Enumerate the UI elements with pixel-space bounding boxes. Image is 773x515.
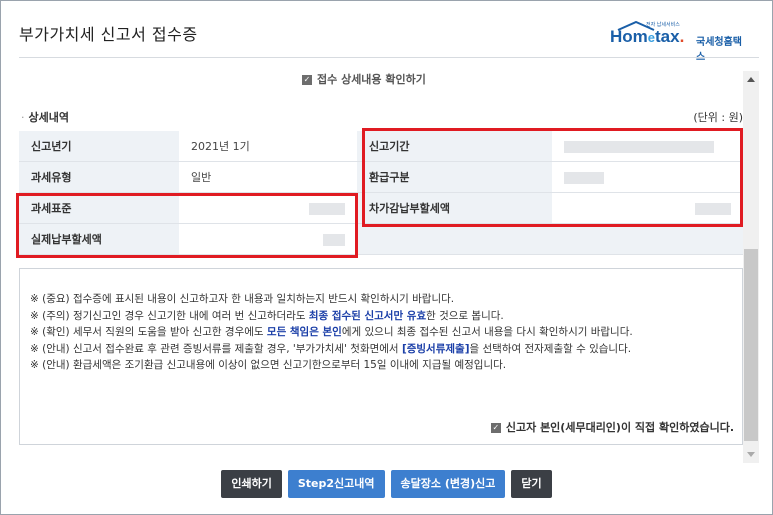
value-tax-type: 일반 xyxy=(179,161,357,193)
notice-line: ※ (주의) 정기신고인 경우 신고기한 내에 여러 번 신고하더라도 최종 접… xyxy=(30,309,504,322)
self-confirm-label: 신고자 본인(세무대리인)이 직접 확인하였습니다. xyxy=(505,421,734,434)
label-report-period: 신고년기 xyxy=(19,131,179,162)
page-title: 부가가치세 신고서 접수증 xyxy=(19,25,198,44)
close-button[interactable]: 닫기 xyxy=(511,470,552,498)
scrollbar-thumb[interactable] xyxy=(744,249,758,441)
content-scroll-area[interactable]: ✓ 접수 상세내용 확인하기 · 상세내역 (단위 : 원) 신고년기 2021년 … xyxy=(19,61,743,461)
logo-brand: Hometax. xyxy=(610,27,685,46)
empty-cell xyxy=(357,223,552,255)
step2-report-history-button[interactable]: Step2신고내역 xyxy=(287,470,385,498)
notice-line: ※ (안내) 환급세액은 조기환급 신고내용에 이상이 없으면 신고기한으로부터… xyxy=(30,359,507,371)
checkbox-checked-icon: ✓ xyxy=(302,75,312,85)
highlight-box-filing-period xyxy=(362,128,743,227)
header: 부가가치세 신고서 접수증 전자 납세서비스 Hometax. 국세청홈택스 xyxy=(1,1,772,63)
label-tax-type: 과세유형 xyxy=(19,161,179,193)
vertical-scrollbar[interactable] xyxy=(743,71,759,463)
empty-cell xyxy=(552,223,743,255)
highlight-box-tax-base xyxy=(16,193,358,258)
confirm-details-label: 접수 상세내용 확인하기 xyxy=(317,73,426,86)
receipt-window: 부가가치세 신고서 접수증 전자 납세서비스 Hometax. 국세청홈택스 ✓… xyxy=(0,0,773,515)
logo-subtitle: 국세청홈택스 xyxy=(696,37,742,63)
hometax-logo: 전자 납세서비스 Hometax. 국세청홈택스 xyxy=(610,21,750,63)
notice-line: ※ (중요) 접수증에 표시된 내용이 신고하고자 한 내용과 일치하는지 반드… xyxy=(30,293,455,305)
self-confirm-checkbox[interactable]: ✓ 신고자 본인(세무대리인)이 직접 확인하였습니다. xyxy=(490,419,734,435)
notice-line: ※ (확인) 세무서 직원의 도움을 받아 신고한 경우에도 모든 책임은 본인… xyxy=(30,326,633,338)
checkbox-checked-icon: ✓ xyxy=(490,423,501,433)
scroll-up-icon[interactable] xyxy=(747,77,755,82)
header-divider xyxy=(19,57,759,58)
notice-box: ※ (중요) 접수증에 표시된 내용이 신고하고자 한 내용과 일치하는지 반드… xyxy=(19,268,743,445)
confirm-details-checkbox[interactable]: ✓ 접수 상세내용 확인하기 xyxy=(302,71,426,87)
value-report-period: 2021년 1기 xyxy=(179,131,357,162)
scroll-down-icon[interactable] xyxy=(747,452,755,457)
unit-label: (단위 : 원) xyxy=(693,111,743,124)
notice-line: ※ (안내) 신고서 접수완료 후 관련 증빙서류를 제출할 경우, '부가가치… xyxy=(30,342,632,355)
button-bar: 인쇄하기 Step2신고내역 송달장소 (변경)신고 닫기 xyxy=(1,470,772,498)
print-button[interactable]: 인쇄하기 xyxy=(221,470,282,498)
delivery-address-change-button[interactable]: 송달장소 (변경)신고 xyxy=(390,470,506,498)
section-title: · 상세내역 xyxy=(21,111,69,124)
